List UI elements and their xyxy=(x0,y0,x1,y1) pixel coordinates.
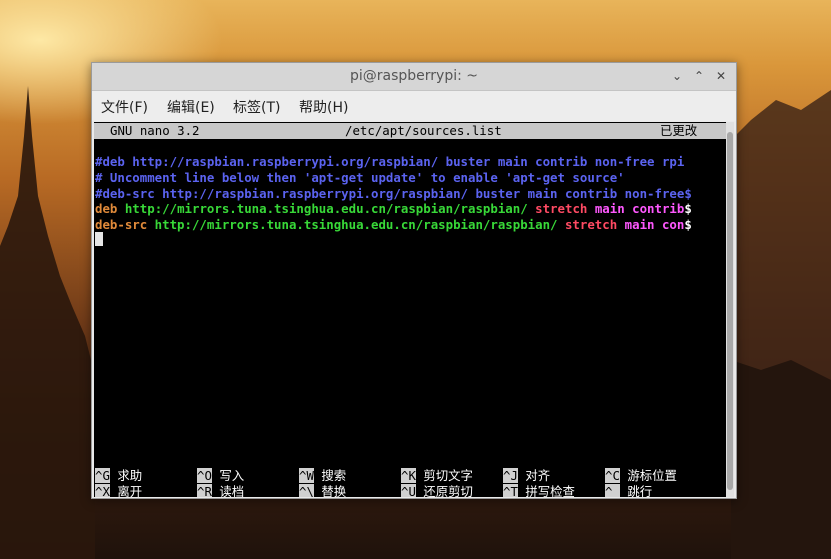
code-segment: main contrib xyxy=(587,201,685,217)
code-segment: $ xyxy=(684,217,692,233)
shortcut-label: 搜索 xyxy=(313,468,347,483)
minimize-icon[interactable]: ⌄ xyxy=(668,67,686,85)
shortcut-item: ^R 读档 xyxy=(197,484,244,497)
shortcut-key: ^G xyxy=(95,468,110,483)
shortcut-key: ^O xyxy=(197,468,212,483)
shortcut-item: ^\ 替换 xyxy=(299,484,346,497)
file-line: #deb-src http://raspbian.raspberrypi.org… xyxy=(95,186,692,201)
menubar: 文件(F) 编辑(E) 标签(T) 帮助(H) xyxy=(92,91,736,121)
shortcut-key: ^T xyxy=(503,484,518,497)
shortcut-label: 对齐 xyxy=(517,468,551,483)
shortcut-label: 拼写检查 xyxy=(517,484,575,497)
menu-help[interactable]: 帮助(H) xyxy=(299,97,348,117)
nano-header: GNU nano 3.2 /etc/apt/sources.list 已更改 xyxy=(94,123,726,139)
shortcut-label: 替换 xyxy=(313,484,347,497)
code-segment: stretch xyxy=(535,201,588,217)
nano-modified-status: 已更改 xyxy=(660,123,698,138)
code-segment: deb xyxy=(95,201,118,217)
shortcut-item: ^O 写入 xyxy=(197,468,244,483)
shortcut-key: ^X xyxy=(95,484,110,497)
shortcut-item: ^C 游标位置 xyxy=(605,468,677,483)
menu-file[interactable]: 文件(F) xyxy=(101,97,148,117)
menu-tabs[interactable]: 标签(T) xyxy=(233,97,280,117)
shortcut-label: 还原剪切 xyxy=(415,484,473,497)
code-segment: http://mirrors.tuna.tsinghua.edu.cn/rasp… xyxy=(147,217,565,233)
window-title: pi@raspberrypi: ~ xyxy=(349,68,479,84)
background-pagoda xyxy=(0,86,95,559)
shortcut-key: ^\ xyxy=(299,484,314,497)
shortcut-label: 求助 xyxy=(109,468,143,483)
window-titlebar[interactable]: pi@raspberrypi: ~ ⌄ ⌃ ✕ xyxy=(92,63,736,91)
shortcut-label: 跳行 xyxy=(619,484,653,497)
shortcut-item: ^T 拼写检查 xyxy=(503,484,575,497)
file-line: deb http://mirrors.tuna.tsinghua.edu.cn/… xyxy=(95,201,692,216)
shortcut-item: ^W 搜索 xyxy=(299,468,346,483)
shortcut-item: ^G 求助 xyxy=(95,468,142,483)
shortcut-item: ^X 离开 xyxy=(95,484,142,497)
shortcut-key: ^U xyxy=(401,484,416,497)
code-segment: $ xyxy=(684,201,692,217)
code-segment: http://mirrors.tuna.tsinghua.edu.cn/rasp… xyxy=(117,201,536,217)
scrollbar-thumb[interactable] xyxy=(727,132,733,490)
text-cursor xyxy=(95,232,103,246)
shortcut-key: ^J xyxy=(503,468,518,483)
shortcut-item: ^K 剪切文字 xyxy=(401,468,473,483)
close-icon[interactable]: ✕ xyxy=(712,67,730,85)
shortcut-key: ^_ xyxy=(605,484,620,497)
shortcut-item: ^U 还原剪切 xyxy=(401,484,473,497)
file-line: deb-src http://mirrors.tuna.tsinghua.edu… xyxy=(95,217,692,232)
shortcut-label: 写入 xyxy=(211,468,245,483)
shortcut-label: 离开 xyxy=(109,484,143,497)
code-segment: # Uncomment line below then 'apt-get upd… xyxy=(95,169,625,185)
file-line: #deb http://raspbian.raspberrypi.org/ras… xyxy=(95,154,684,169)
terminal-area[interactable]: GNU nano 3.2 /etc/apt/sources.list 已更改 #… xyxy=(94,122,726,497)
nano-filename: /etc/apt/sources.list xyxy=(345,123,502,138)
maximize-icon[interactable]: ⌃ xyxy=(690,67,708,85)
shortcut-item: ^_ 跳行 xyxy=(605,484,652,497)
code-segment: main con xyxy=(617,217,685,233)
shortcut-key: ^R xyxy=(197,484,212,497)
file-line: # Uncomment line below then 'apt-get upd… xyxy=(95,170,625,185)
shortcut-key: ^W xyxy=(299,468,314,483)
code-segment: #deb http://raspbian.raspberrypi.org/ras… xyxy=(95,154,685,169)
nano-version: GNU nano 3.2 xyxy=(110,123,200,138)
shortcut-key: ^C xyxy=(605,468,620,483)
code-segment: deb-src xyxy=(95,217,148,233)
scrollbar[interactable] xyxy=(726,122,734,497)
background-hills xyxy=(731,90,831,559)
shortcut-key: ^K xyxy=(401,468,416,483)
shortcut-label: 剪切文字 xyxy=(415,468,473,483)
code-segment: #deb-src http://raspbian.raspberrypi.org… xyxy=(95,185,692,201)
code-segment: stretch xyxy=(564,217,618,233)
shortcut-item: ^J 对齐 xyxy=(503,468,550,483)
terminal-window: pi@raspberrypi: ~ ⌄ ⌃ ✕ 文件(F) 编辑(E) 标签(T… xyxy=(91,62,737,499)
shortcut-label: 读档 xyxy=(211,484,245,497)
shortcut-label: 游标位置 xyxy=(619,468,677,483)
menu-edit[interactable]: 编辑(E) xyxy=(167,97,215,117)
